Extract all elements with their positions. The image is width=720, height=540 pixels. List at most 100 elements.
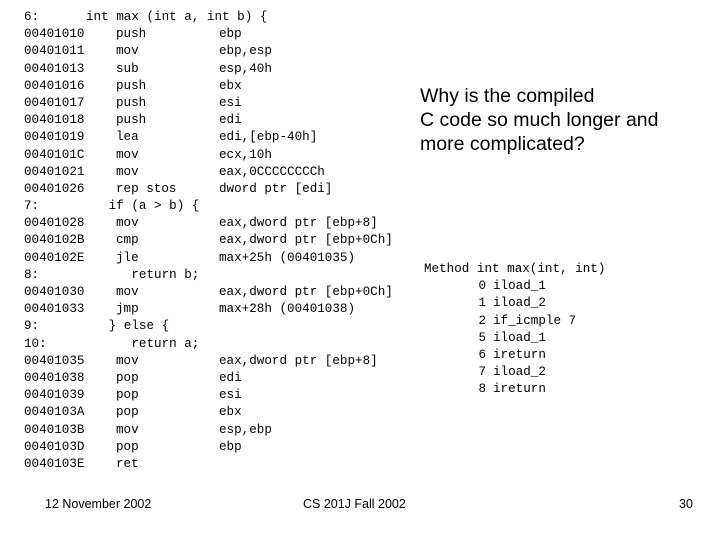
source-line-text: return b; xyxy=(86,267,200,282)
instruction-address: 00401035 xyxy=(24,353,85,368)
instruction-operands: eax,dword ptr [ebp+0Ch] xyxy=(219,233,393,248)
disassembly-line: 00401030 mov eax,dword ptr [ebp+0Ch] xyxy=(24,284,424,301)
disassembly-line: 00401039 pop esi xyxy=(24,387,424,404)
instruction-mnemonic: mov xyxy=(116,353,139,368)
instruction-operands: ecx,10h xyxy=(219,147,272,162)
bytecode-opcode: iload_2 xyxy=(493,365,546,380)
instruction-address: 0040103B xyxy=(24,422,85,437)
instruction-mnemonic: push xyxy=(116,27,147,42)
instruction-operands: eax,dword ptr [ebp+8] xyxy=(219,353,378,368)
disassembly-line: 0040103E ret xyxy=(24,456,424,473)
bytecode-opcode: iload_1 xyxy=(493,330,546,345)
instruction-mnemonic: ret xyxy=(116,456,139,471)
instruction-operands: ebx xyxy=(219,405,242,420)
instruction-mnemonic: mov xyxy=(116,422,139,437)
bytecode-opcode: ireturn xyxy=(493,382,546,397)
bytecode-opcode: if_icmple 7 xyxy=(493,313,577,328)
bytecode-line: 7 iload_2 xyxy=(424,364,720,381)
instruction-operands: ebp xyxy=(219,27,242,42)
instruction-mnemonic: mov xyxy=(116,216,139,231)
instruction-address: 00401016 xyxy=(24,78,85,93)
question-line: C code so much longer and xyxy=(420,109,659,131)
instruction-address: 00401013 xyxy=(24,61,85,76)
bytecode-offset: 7 xyxy=(478,365,486,380)
instruction-address: 00401010 xyxy=(24,27,85,42)
instruction-operands: max+25h (00401035) xyxy=(219,250,356,265)
bytecode-offset: 5 xyxy=(478,330,486,345)
disassembly-line: 00401026 rep stos dword ptr [edi] xyxy=(24,181,424,198)
bytecode-offset: 2 xyxy=(478,313,486,328)
instruction-operands: max+28h (00401038) xyxy=(219,302,356,317)
bytecode-line: 8 ireturn xyxy=(424,381,720,398)
footer-course: CS 201J Fall 2002 xyxy=(303,497,406,511)
instruction-mnemonic: cmp xyxy=(116,233,139,248)
source-line-number: 8: xyxy=(24,267,40,282)
bytecode-method-header: Method int max(int, int) xyxy=(424,262,606,276)
instruction-mnemonic: rep stos xyxy=(116,181,177,196)
instruction-mnemonic: sub xyxy=(116,61,139,76)
instruction-operands: edi,[ebp-40h] xyxy=(219,130,318,145)
instruction-mnemonic: lea xyxy=(116,130,139,145)
disassembly-line: 0040101C mov ecx,10h xyxy=(24,147,424,164)
slide-canvas: 6: int max (int a, int b) {00401010 push eb… xyxy=(0,0,720,540)
instruction-mnemonic: push xyxy=(116,95,147,110)
disassembly-line: 00401021 mov eax,0CCCCCCCCh xyxy=(24,164,424,181)
instruction-operands: dword ptr [edi] xyxy=(219,181,333,196)
instruction-operands: ebp,esp xyxy=(219,44,272,59)
source-line-number: 9: xyxy=(24,319,40,334)
instruction-address: 0040102B xyxy=(24,233,85,248)
instruction-address: 00401033 xyxy=(24,302,85,317)
disassembly-line: 00401028 mov eax,dword ptr [ebp+8] xyxy=(24,215,424,232)
disassembly-line: 00401011 mov ebp,esp xyxy=(24,43,424,60)
instruction-mnemonic: pop xyxy=(116,439,139,454)
source-line-number: 6: xyxy=(24,10,40,24)
instruction-address: 0040103D xyxy=(24,439,85,454)
source-line: 8: return b; xyxy=(24,267,424,284)
instruction-mnemonic: mov xyxy=(116,44,139,59)
instruction-mnemonic: push xyxy=(116,113,147,128)
disassembly-line: 0040102B cmp eax,dword ptr [ebp+0Ch] xyxy=(24,232,424,249)
slide-footer: 12 November 2002 CS 201J Fall 2002 30 xyxy=(0,493,720,515)
disassembly-line: 00401017 push esi xyxy=(24,95,424,112)
disassembly-line: 00401016 push ebx xyxy=(24,78,424,95)
source-line-number: 7: xyxy=(24,199,40,214)
instruction-address: 00401019 xyxy=(24,130,85,145)
disassembly-line: 0040102E jle max+25h (00401035) xyxy=(24,250,424,267)
question-line: Why is the compiled xyxy=(420,85,595,107)
disassembly-line: 00401035 mov eax,dword ptr [ebp+8] xyxy=(24,353,424,370)
disassembly-line: 0040103D pop ebp xyxy=(24,439,424,456)
instruction-mnemonic: pop xyxy=(116,405,139,420)
instruction-address: 00401018 xyxy=(24,113,85,128)
instruction-operands: eax,dword ptr [ebp+8] xyxy=(219,216,378,231)
instruction-address: 0040103E xyxy=(24,456,85,471)
instruction-operands: edi xyxy=(219,370,242,385)
source-line-number: 10: xyxy=(24,336,47,351)
bytecode-line: 5 iload_1 xyxy=(424,330,720,347)
bytecode-offset: 8 xyxy=(478,382,486,397)
instruction-address: 00401026 xyxy=(24,181,85,196)
instruction-mnemonic: mov xyxy=(116,285,139,299)
instruction-operands: eax,0CCCCCCCCh xyxy=(219,164,325,179)
source-line-text: if (a > b) { xyxy=(86,199,200,214)
question-callout: Why is the compiled C code so much longer… xyxy=(420,84,708,156)
instruction-address: 00401030 xyxy=(24,285,85,299)
instruction-address: 0040102E xyxy=(24,250,85,265)
footer-page-number: 30 xyxy=(679,497,693,511)
instruction-address: 0040101C xyxy=(24,147,85,162)
source-line: 10: return a; xyxy=(24,336,424,353)
instruction-address: 00401028 xyxy=(24,216,85,231)
source-line-text: } else { xyxy=(86,319,170,334)
instruction-operands: ebx xyxy=(219,78,242,93)
instruction-mnemonic: pop xyxy=(116,370,139,385)
instruction-address: 00401011 xyxy=(24,44,85,59)
instruction-address: 0040103A xyxy=(24,405,85,420)
instruction-operands: esi xyxy=(219,388,242,403)
source-line: 6: int max (int a, int b) { xyxy=(24,9,424,26)
disassembly-line: 00401019 lea edi,[ebp-40h] xyxy=(24,129,424,146)
disassembly-line: 00401038 pop edi xyxy=(24,370,424,387)
instruction-mnemonic: mov xyxy=(116,147,139,162)
instruction-mnemonic: pop xyxy=(116,388,139,403)
assembly-listing: 6: int max (int a, int b) {00401010 push eb… xyxy=(24,9,424,473)
disassembly-line: 0040103B mov esp,ebp xyxy=(24,422,424,439)
source-line-text: return a; xyxy=(86,336,200,351)
